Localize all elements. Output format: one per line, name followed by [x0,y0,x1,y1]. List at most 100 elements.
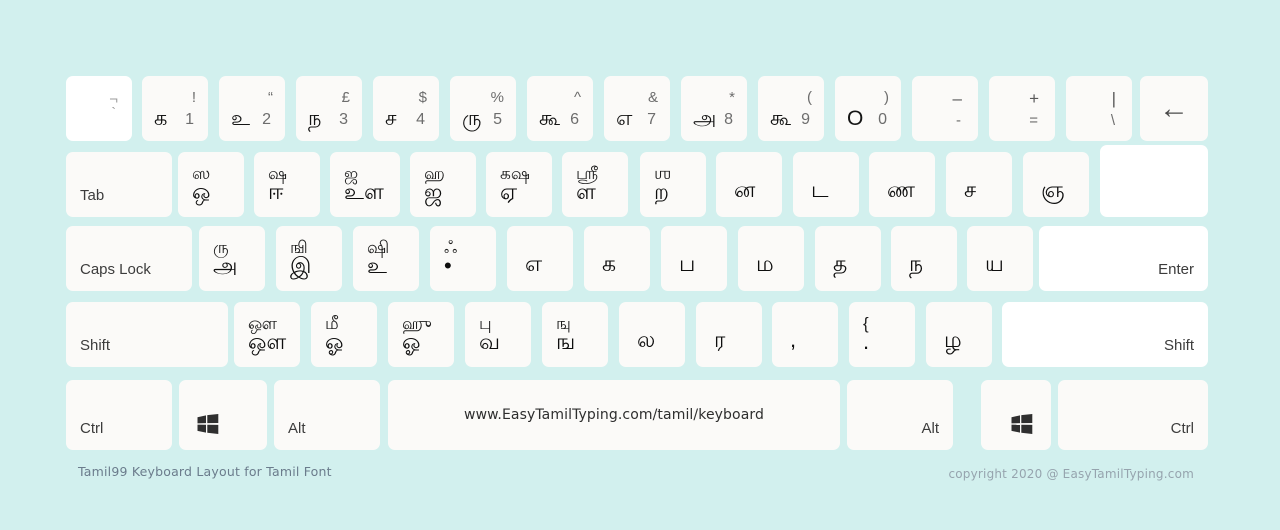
key-enter[interactable]: Enter [1039,226,1208,291]
key-2-symbol: “ [268,89,273,106]
key-capslock-label: Caps Lock [80,261,151,278]
key-shift-1[interactable]: ஔ ஒள [234,302,300,367]
key-home-6[interactable]: க [584,226,650,291]
key-1[interactable]: ! க 1 [142,76,208,141]
key-backtick[interactable]: ¬ ` [66,76,132,141]
key-8-tamil: அ [693,107,717,130]
key-tab-3[interactable]: ஜ உள [330,152,400,217]
key-capslock[interactable]: Caps Lock [66,226,192,291]
key-8-symbol: * [729,89,735,106]
key-period[interactable]: { . [849,302,915,367]
key-shift-right-label: Shift [1163,337,1194,354]
key-shift-2[interactable]: மீ ஓ [311,302,377,367]
key-home-9-glyph: த [833,251,848,276]
key-home-6-glyph: க [602,251,617,276]
key-tab-6[interactable]: ஸ்ரீ ள [562,152,628,217]
key-home-8[interactable]: ம [738,226,804,291]
key-comma[interactable]: , [772,302,838,367]
key-shift-3[interactable]: ஹு ஓ [388,302,454,367]
key-tab[interactable]: Tab [66,152,172,217]
key-tab-7[interactable]: ஶ ற [640,152,706,217]
key-8[interactable]: * அ 8 [681,76,747,141]
key-tab-8[interactable]: ன [716,152,782,217]
key-tab-5[interactable]: கஷ ஏ [486,152,552,217]
key-home-7-glyph: ப [679,251,696,276]
key-1-symbol: ! [191,89,196,106]
key-ctrl-left-label: Ctrl [80,420,104,437]
key-tab-11[interactable]: ச [946,152,1012,217]
key-tab-4[interactable]: ஹ ஜ [410,152,476,217]
key-home-8-glyph: ம [756,251,774,276]
key-shift-5[interactable]: ஙு ங [542,302,608,367]
key-tab-12-glyph: ஞ [1041,177,1065,202]
key-4-digit: 4 [416,111,425,128]
key-home-10-glyph: ந [909,251,924,276]
key-home-11[interactable]: ய [967,226,1033,291]
key-tab-8-glyph: ன [734,177,756,202]
key-9-digit: 9 [801,111,810,128]
key-2[interactable]: “ உ 2 [219,76,285,141]
key-shift-left[interactable]: Shift [66,302,228,367]
key-4-symbol: $ [418,89,427,106]
key-6[interactable]: ^ கூ 6 [527,76,593,141]
key-tab-9[interactable]: ட [793,152,859,217]
key-home-3-glyph: உ [367,253,387,278]
key-1-tamil: க [154,107,168,130]
key-home-2[interactable]: ஙி இ [276,226,342,291]
key-backspace[interactable]: ← [1140,76,1208,141]
key-0[interactable]: ) O 0 [835,76,901,141]
key-tab-12[interactable]: ஞ [1023,152,1089,217]
key-2-digit: 2 [262,111,271,128]
key-shift-4[interactable]: பு வ [465,302,531,367]
key-minus[interactable]: – - [912,76,978,141]
key-7-tamil: எ [616,107,633,130]
key-home-7[interactable]: ப [661,226,727,291]
key-8-digit: 8 [724,111,733,128]
key-shift-right[interactable]: Shift [1002,302,1208,367]
key-7-symbol: & [647,89,658,106]
key-home-5[interactable]: எ [507,226,573,291]
key-shift-7[interactable]: ர [696,302,762,367]
key-backslash[interactable]: | \ [1066,76,1132,141]
key-tab-10[interactable]: ண [869,152,935,217]
key-0-tamil: O [847,107,864,130]
key-win-left[interactable] [179,380,267,450]
key-tab-1[interactable]: ஸ ஒ [178,152,244,217]
key-ctrl-right[interactable]: Ctrl [1058,380,1208,450]
key-3[interactable]: £ ந 3 [296,76,362,141]
tamil99-keyboard: ¬ ` ! க 1 “ உ 2 £ ந 3 $ ச 4 % ரு 5 ^ கூ … [0,0,1280,530]
key-7[interactable]: & எ 7 [604,76,670,141]
key-home-10[interactable]: ந [891,226,957,291]
key-shift-left-label: Shift [80,337,111,354]
key-5[interactable]: % ரு 5 [450,76,516,141]
key-6-symbol: ^ [573,89,581,106]
key-win-right[interactable] [981,380,1051,450]
key-home-9[interactable]: த [815,226,881,291]
key-alt-left-label: Alt [288,420,306,437]
key-ctrl-left[interactable]: Ctrl [66,380,172,450]
key-ctrl-right-label: Ctrl [1170,420,1194,437]
backspace-arrow-icon: ← [1159,91,1189,125]
key-4[interactable]: $ ச 4 [373,76,439,141]
key-minus-shift-label: – [952,89,962,108]
key-tab-2[interactable]: ஷ ஈ [254,152,320,217]
key-tab-filler [1100,145,1208,217]
windows-logo-icon [197,414,219,434]
key-shift-6[interactable]: ல [619,302,685,367]
footer-title: Tamil99 Keyboard Layout for Tamil Font [78,464,332,479]
key-space[interactable]: www.EasyTamilTyping.com/tamil/keyboard [388,380,840,450]
key-shift-10[interactable]: ழ [926,302,992,367]
key-5-tamil: ரு [462,107,482,130]
key-0-digit: 0 [878,111,887,128]
key-equal[interactable]: + = [989,76,1055,141]
key-9[interactable]: ( கூ 9 [758,76,824,141]
key-tab-6-glyph: ள [576,179,596,204]
spacebar-website-label: www.EasyTamilTyping.com/tamil/keyboard [464,407,764,423]
key-home-3[interactable]: ஷி உ [353,226,419,291]
key-alt-right[interactable]: Alt [847,380,953,450]
key-home-1[interactable]: ரு அ [199,226,265,291]
key-2-tamil: உ [231,107,251,130]
key-tab-9-glyph: ட [811,177,829,202]
key-home-4[interactable]: ஃ • [430,226,496,291]
key-alt-left[interactable]: Alt [274,380,380,450]
